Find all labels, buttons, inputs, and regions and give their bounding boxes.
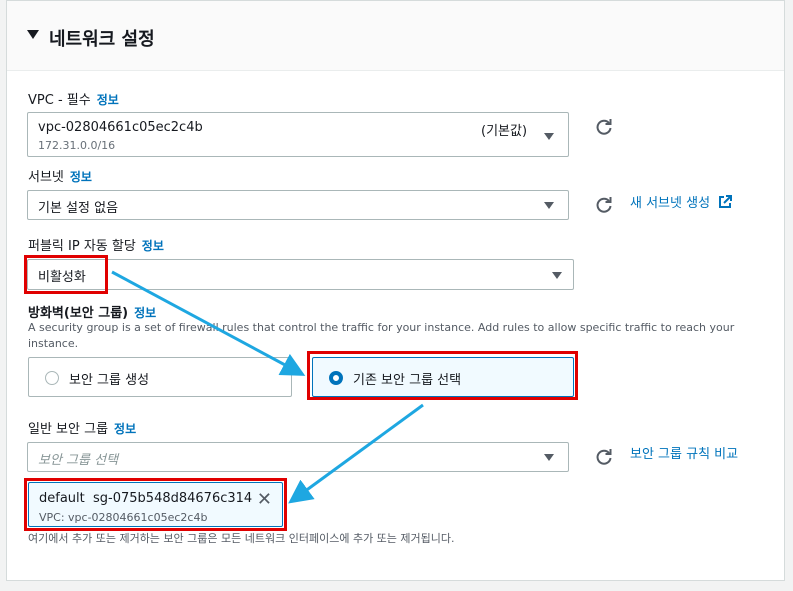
- compare-sg-rules-link[interactable]: 보안 그룹 규칙 비교: [630, 443, 738, 462]
- create-sg-label: 보안 그룹 생성: [69, 373, 150, 388]
- security-group-select[interactable]: 보안 그룹 선택: [27, 442, 569, 472]
- vpc-label: VPC - 필수 정보: [28, 93, 119, 108]
- panel-header[interactable]: 네트워크 설정: [7, 1, 784, 71]
- chevron-down-icon: [544, 202, 554, 209]
- common-sg-label: 일반 보안 그룹 정보: [28, 422, 137, 437]
- refresh-icon[interactable]: [594, 195, 614, 215]
- public-ip-info-link[interactable]: 정보: [142, 239, 164, 253]
- subnet-label: 서브넷 정보: [28, 170, 92, 185]
- subnet-select[interactable]: 기본 설정 없음: [27, 190, 569, 220]
- firewall-description: A security group is a set of firewall ru…: [28, 321, 735, 350]
- vpc-default-tag: (기본값): [481, 124, 528, 139]
- refresh-icon[interactable]: [594, 117, 614, 137]
- subnet-info-link[interactable]: 정보: [70, 170, 92, 184]
- create-subnet-link[interactable]: 새 서브넷 생성: [630, 192, 733, 211]
- radio-button[interactable]: [45, 371, 59, 385]
- public-ip-label: 퍼블릭 IP 자동 할당 정보: [28, 239, 164, 254]
- highlight-box: [24, 255, 108, 294]
- caret-down-icon[interactable]: [27, 30, 39, 39]
- vpc-select[interactable]: vpc-02804661c05ec2c4b 172.31.0.0/16 (기본값…: [27, 112, 569, 157]
- chevron-down-icon: [544, 133, 554, 140]
- chevron-down-icon: [552, 272, 562, 279]
- refresh-icon[interactable]: [594, 447, 614, 467]
- firewall-info-link[interactable]: 정보: [134, 306, 156, 320]
- panel-title: 네트워크 설정: [49, 29, 155, 50]
- vpc-value: vpc-02804661c05ec2c4b: [38, 120, 203, 135]
- security-group-placeholder: 보안 그룹 선택: [38, 453, 119, 468]
- create-sg-option[interactable]: 보안 그룹 생성: [28, 357, 292, 397]
- highlight-box: [307, 351, 578, 400]
- vpc-info-link[interactable]: 정보: [97, 93, 119, 107]
- security-group-help-text: 여기에서 추가 또는 제거하는 보안 그룹은 모든 네트워크 인터페이스에 추가…: [28, 532, 455, 545]
- common-sg-info-link[interactable]: 정보: [114, 422, 136, 436]
- public-ip-select[interactable]: 비활성화: [27, 259, 574, 290]
- subnet-value: 기본 설정 없음: [38, 201, 119, 216]
- external-link-icon: [719, 195, 733, 208]
- highlight-box: [24, 478, 287, 531]
- vpc-cidr: 172.31.0.0/16: [38, 139, 116, 152]
- firewall-label: 방화벽(보안 그룹) 정보: [28, 306, 157, 321]
- chevron-down-icon: [544, 454, 554, 461]
